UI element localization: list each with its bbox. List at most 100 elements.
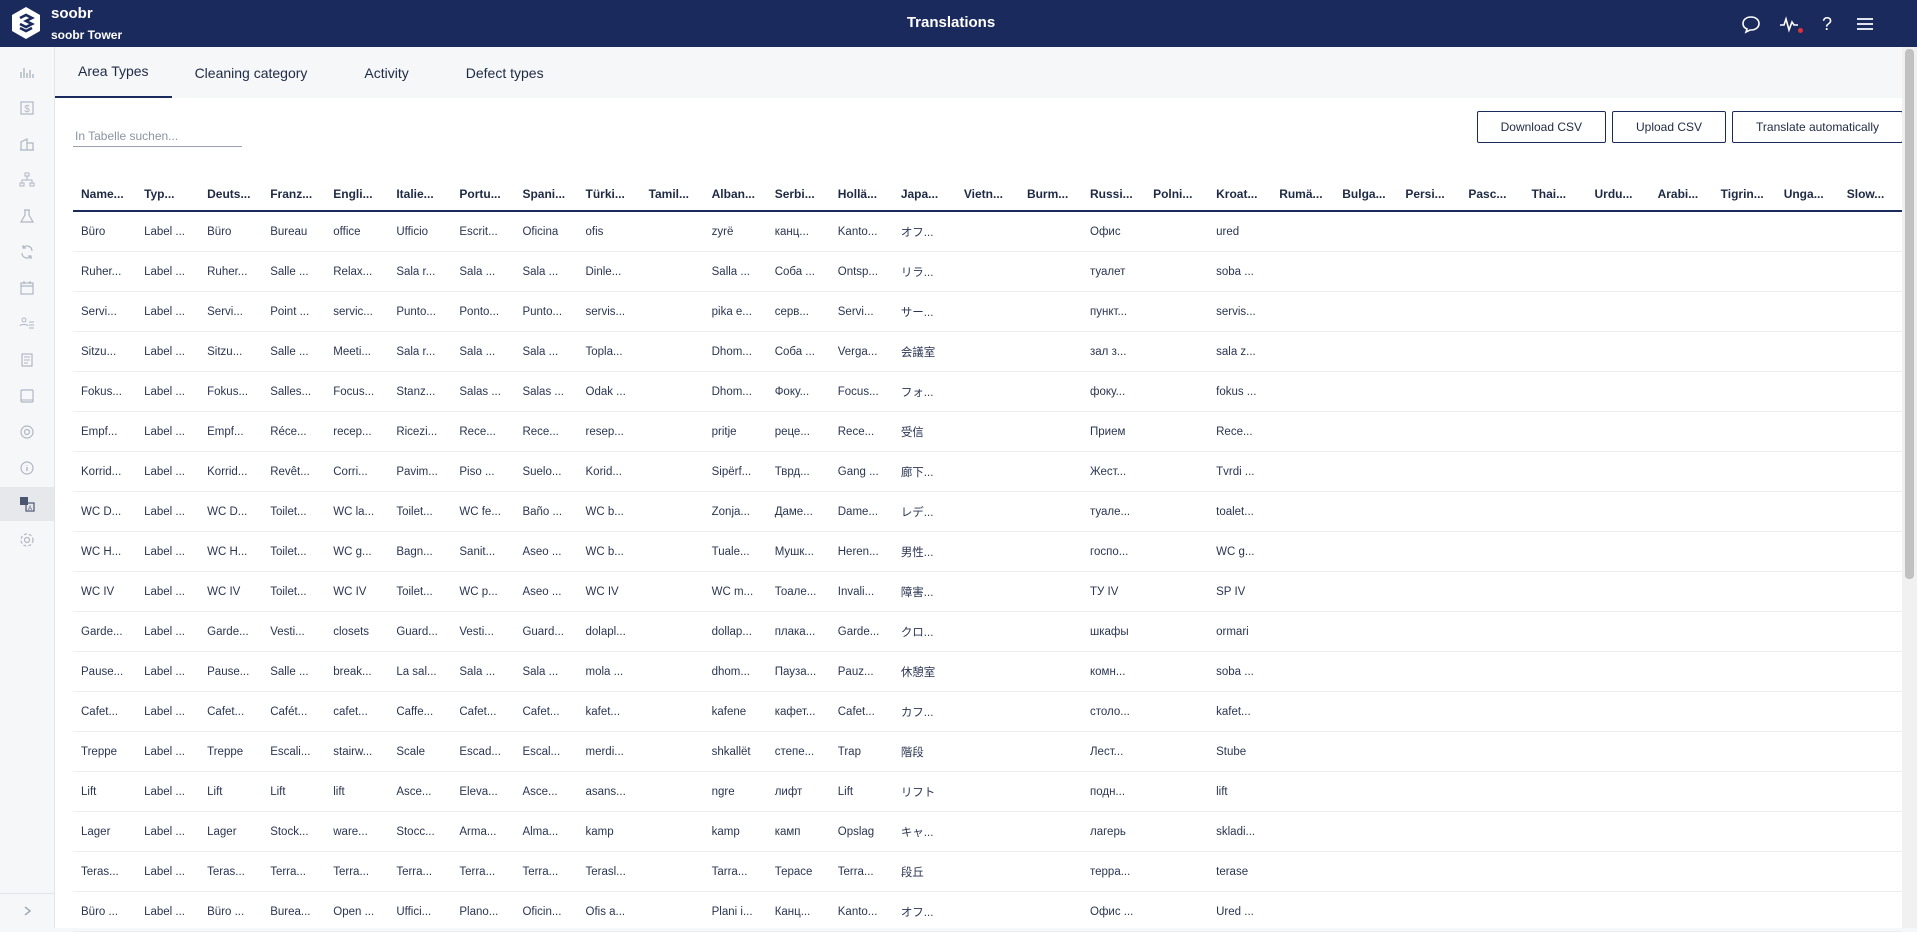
table-row[interactable]: Servi... Label ... Servi... Point ... servic… — [73, 291, 1902, 332]
table-cell: Salle ... — [262, 651, 326, 692]
table-row[interactable]: Pause... Label ... Pause... Salle ... break.… — [73, 651, 1902, 692]
table-cell: терра... — [1082, 851, 1146, 892]
table-row[interactable]: Teras... Label ... Teras... Terra... Terra..… — [73, 851, 1902, 892]
table-cell: туале... — [1082, 491, 1146, 532]
column-header[interactable]: Tigrin... — [1712, 178, 1776, 212]
table-cell — [1712, 691, 1776, 732]
help-icon[interactable]: ? — [1815, 12, 1839, 36]
column-header[interactable]: Engli... — [325, 178, 389, 212]
column-header[interactable]: Kroat... — [1208, 178, 1272, 212]
column-header[interactable]: Italie... — [388, 178, 452, 212]
column-header[interactable]: Japa... — [892, 178, 956, 212]
table-cell: Kanto... — [829, 211, 893, 252]
table-row[interactable]: Garde... Label ... Garde... Vesti... closets… — [73, 611, 1902, 652]
table-cell — [1271, 891, 1335, 932]
sync-icon[interactable] — [0, 235, 54, 269]
menu-icon[interactable] — [1853, 12, 1877, 36]
flask-icon[interactable] — [0, 199, 54, 233]
hierarchy-icon[interactable] — [0, 163, 54, 197]
table-cell — [1145, 331, 1209, 372]
tab-defect-types[interactable]: Defect types — [443, 48, 567, 98]
column-header[interactable]: Polni... — [1145, 178, 1209, 212]
table-row[interactable]: WC IV Label ... WC IV Toilet... WC IV Toilet.… — [73, 571, 1902, 612]
table-row[interactable]: Cafet... Label ... Cafet... Cafét... cafet..… — [73, 691, 1902, 732]
building-icon[interactable] — [0, 127, 54, 161]
tab-cleaning-category[interactable]: Cleaning category — [172, 48, 331, 98]
column-header[interactable]: Deuts... — [199, 178, 263, 212]
table-row[interactable]: Lift Label ... Lift Lift lift Asce... Eleva...… — [73, 771, 1902, 812]
column-header[interactable]: Thai... — [1523, 178, 1587, 212]
table-cell: Канц... — [766, 891, 830, 932]
column-header[interactable]: Portu... — [451, 178, 515, 212]
table-cell: Sala r... — [388, 251, 452, 292]
upload-csv-button[interactable]: Upload CSV — [1612, 111, 1727, 143]
table-cell — [640, 571, 704, 612]
column-header[interactable]: Persi... — [1397, 178, 1461, 212]
column-header[interactable]: Name... — [73, 178, 137, 212]
column-header[interactable]: Alban... — [703, 178, 767, 212]
assign-icon[interactable] — [0, 307, 54, 341]
tablet-icon[interactable] — [0, 379, 54, 413]
vertical-scrollbar[interactable] — [1902, 47, 1917, 928]
column-header[interactable]: Bulga... — [1334, 178, 1398, 212]
column-header[interactable]: Rumä... — [1271, 178, 1335, 212]
table-row[interactable]: Ruher... Label ... Ruher... Salle ... Relax.… — [73, 251, 1902, 292]
sidebar-expand-chevron-icon[interactable] — [0, 893, 54, 928]
table-cell — [1018, 891, 1082, 932]
chart-icon[interactable] — [0, 55, 54, 89]
translate-icon[interactable]: A — [0, 487, 54, 521]
table-row[interactable]: Empf... Label ... Empf... Réce... recep... Ri… — [73, 411, 1902, 452]
tab-area-types[interactable]: Area Types — [55, 48, 172, 98]
column-header[interactable]: Pasc... — [1460, 178, 1524, 212]
table-row[interactable]: Treppe Label ... Treppe Escali... stairw... S… — [73, 731, 1902, 772]
table-cell: soba ... — [1208, 651, 1272, 692]
table-cell — [1397, 611, 1461, 652]
table-cell — [1775, 891, 1839, 932]
translate-automatically-button[interactable]: Translate automatically — [1732, 111, 1903, 143]
table-cell: Label ... — [136, 571, 200, 612]
column-header[interactable]: Tamil... — [640, 178, 704, 212]
search-input[interactable] — [73, 126, 242, 147]
column-header[interactable]: Arabi... — [1649, 178, 1713, 212]
table-row[interactable]: Büro Label ... Büro Bureau office Ufficio Escr… — [73, 211, 1902, 252]
tab-activity[interactable]: Activity — [330, 48, 442, 98]
table-cell: Pavim... — [388, 451, 452, 492]
column-header[interactable]: Typ... — [136, 178, 200, 212]
document-icon[interactable] — [0, 343, 54, 377]
chat-icon[interactable] — [1739, 12, 1763, 36]
table-cell: Salas ... — [451, 371, 515, 412]
table-cell — [640, 251, 704, 292]
activity-icon[interactable] — [1777, 12, 1803, 36]
table-cell: dhom... — [703, 651, 767, 692]
table-cell: Treppe — [199, 731, 263, 772]
column-header[interactable]: Franz... — [262, 178, 326, 212]
column-header[interactable]: Slow... — [1838, 178, 1902, 212]
column-header[interactable]: Serbi... — [766, 178, 830, 212]
download-csv-button[interactable]: Download CSV — [1476, 111, 1606, 143]
column-header[interactable]: Russi... — [1082, 178, 1146, 212]
table-row[interactable]: Korrid... Label ... Korrid... Revêt... Corri… — [73, 451, 1902, 492]
calendar-icon[interactable] — [0, 271, 54, 305]
table-row[interactable]: WC D... Label ... WC D... Toilet... WC la...… — [73, 491, 1902, 532]
table-cell: ormari — [1208, 611, 1272, 652]
target-icon[interactable] — [0, 415, 54, 449]
column-header[interactable]: Vietn... — [955, 178, 1019, 212]
dollar-icon[interactable]: $ — [0, 91, 54, 125]
table-cell: dolapl... — [577, 611, 641, 652]
table-cell — [1649, 531, 1713, 572]
table-cell: 廊下... — [892, 451, 956, 492]
info-icon[interactable] — [0, 451, 54, 485]
column-header[interactable]: Türki... — [577, 178, 641, 212]
column-header[interactable]: Unga... — [1775, 178, 1839, 212]
column-header[interactable]: Spani... — [514, 178, 578, 212]
table-row[interactable]: Sitzu... Label ... Sitzu... Salle ... Meeti.… — [73, 331, 1902, 372]
column-header[interactable]: Urdu... — [1586, 178, 1650, 212]
table-row[interactable]: Fokus... Label ... Fokus... Salles... Focus.… — [73, 371, 1902, 412]
table-row[interactable]: Büro ... Label ... Büro ... Burea... Open ..… — [73, 891, 1902, 932]
column-header[interactable]: Hollä... — [829, 178, 893, 212]
table-row[interactable]: WC H... Label ... WC H... Toilet... WC g... B… — [73, 531, 1902, 572]
column-header[interactable]: Burm... — [1018, 178, 1082, 212]
scrollbar-thumb[interactable] — [1905, 49, 1914, 579]
settings-icon[interactable] — [0, 523, 54, 557]
table-row[interactable]: Lager Label ... Lager Stock... ware... Stocc.… — [73, 811, 1902, 852]
